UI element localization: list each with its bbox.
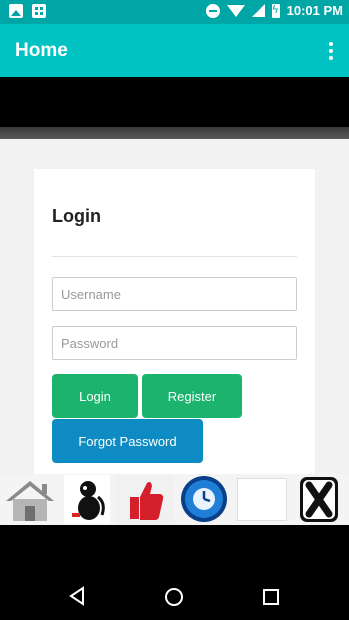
ad-banner[interactable] xyxy=(0,474,349,525)
media-band xyxy=(0,77,349,127)
page-title: Home xyxy=(15,40,68,61)
photo-icon xyxy=(9,4,23,18)
do-not-disturb-icon xyxy=(205,3,220,18)
app-bar: Home xyxy=(0,24,349,77)
login-heading: Login xyxy=(52,206,101,226)
password-input[interactable] xyxy=(52,326,297,360)
thumbs-up-icon[interactable] xyxy=(116,475,174,524)
status-clock: 10:01 PM xyxy=(286,3,343,18)
back-triangle-icon[interactable] xyxy=(68,586,86,606)
more-vert-icon[interactable] xyxy=(329,42,333,60)
forgot-password-button[interactable]: Forgot Password xyxy=(52,419,203,463)
main-content: Login Login Register Forgot Password xyxy=(0,139,349,474)
divider xyxy=(52,256,297,257)
black-area xyxy=(0,525,349,572)
recent-square-icon[interactable] xyxy=(262,588,280,606)
house-icon[interactable] xyxy=(2,475,58,524)
system-nav-bar xyxy=(0,572,349,620)
register-button[interactable]: Register xyxy=(142,374,242,418)
username-input[interactable] xyxy=(52,277,297,311)
battery-charging-icon xyxy=(271,3,280,18)
wifi-icon xyxy=(226,4,245,17)
close-x-icon[interactable] xyxy=(296,475,342,524)
login-button[interactable]: Login xyxy=(52,374,138,418)
band-separator xyxy=(0,127,349,139)
blank-ad-tile[interactable] xyxy=(237,478,287,521)
login-card: Login Login Register Forgot Password xyxy=(34,169,315,474)
status-bar: 10:01 PM xyxy=(0,0,349,24)
grid-app-icon xyxy=(32,4,46,18)
dog-app-icon[interactable] xyxy=(64,475,110,524)
clock-icon[interactable] xyxy=(177,475,231,524)
home-circle-icon[interactable] xyxy=(164,587,184,607)
signal-icon xyxy=(251,4,265,17)
